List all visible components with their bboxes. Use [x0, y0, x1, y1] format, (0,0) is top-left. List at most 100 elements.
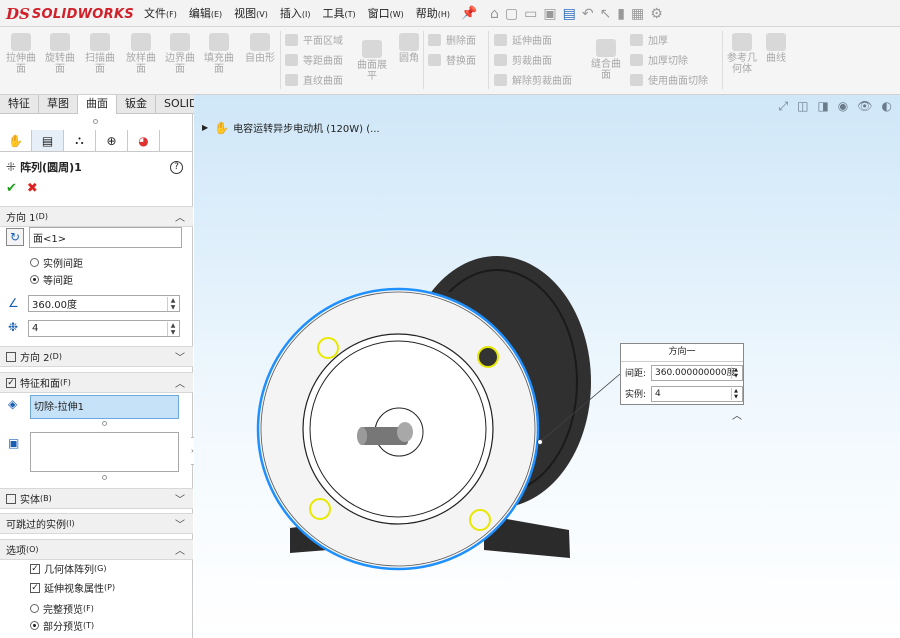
ribbon-separator	[280, 31, 281, 89]
options-gear-icon[interactable]: ⚙	[650, 6, 663, 22]
feature-manager-tab[interactable]: ✋	[0, 130, 32, 151]
instances-icon: ❉	[8, 320, 19, 334]
select-icon[interactable]: ↖	[600, 6, 612, 22]
direction1-header[interactable]: 方向 1 (D) ︿	[0, 206, 193, 227]
planar-surface-button[interactable]: 平面区域	[285, 32, 343, 47]
revolve-surface-button[interactable]: 旋转曲面	[45, 33, 75, 75]
panel-splitter-handle[interactable]	[93, 119, 98, 124]
ruled-surface-button[interactable]: 直纹曲面	[285, 72, 343, 87]
file-properties-icon[interactable]: ▦	[631, 6, 644, 22]
surface-flatten-button[interactable]: 曲面展平	[356, 40, 388, 82]
thickened-cut-button[interactable]: 加厚切除	[630, 52, 688, 67]
loft-surface-button[interactable]: 放样曲面	[125, 33, 157, 75]
callout-anchor-point[interactable]	[537, 439, 543, 445]
tab-sheet-metal[interactable]: 钣金	[117, 95, 156, 114]
property-manager: ✋ ▤ ⛬ ⊕ ◕ ⁜ 阵列(圆周)1 ? ✔ ✖ 方向 1 (D) ︿ ↻ 面<…	[0, 114, 198, 638]
boundary-surface-icon	[170, 33, 190, 51]
display-manager-tab[interactable]: ◕	[128, 130, 160, 151]
callout-spacing-field[interactable]: 360.000000000度 ▲ ▼	[651, 365, 743, 381]
bodies-checkbox[interactable]	[6, 493, 16, 504]
extrude-surface-button[interactable]: 拉伸曲面	[6, 33, 36, 75]
solidworks-logo[interactable]: DS SOLIDWORKS	[6, 4, 134, 24]
skip-instances-header[interactable]: 可跳过的实例 (I) ﹀	[0, 513, 193, 534]
callout-collapse-icon[interactable]: ︿	[732, 407, 742, 422]
propagate-visual-checkbox[interactable]: ✓ 延伸视象属性 (P)	[30, 580, 115, 595]
curves-button[interactable]: 曲线	[763, 33, 789, 64]
menu-edit[interactable]: 编辑(E)	[183, 5, 228, 21]
filled-surface-icon	[209, 33, 229, 51]
expand-down-icon: ﹀	[175, 495, 185, 506]
features-faces-checkbox[interactable]: ✓	[6, 377, 16, 388]
reference-geometry-button[interactable]: 参考几何体	[726, 33, 758, 75]
fillet-button[interactable]: 圆角	[396, 33, 422, 64]
replace-face-button[interactable]: 替换面	[428, 52, 476, 67]
graphics-viewport[interactable]: ▶ ✋ 电容运转异步电动机 (120W) (... ⤢ ◫ ◨ ◉ 👁 ◐ 方向…	[194, 95, 900, 638]
thicken-button[interactable]: 加厚	[630, 32, 668, 47]
features-faces-header[interactable]: ✓ 特征和面 (F) ︿	[0, 372, 193, 393]
undo-icon[interactable]: ↶	[582, 6, 594, 22]
bodies-header[interactable]: 实体 (B) ﹀	[0, 488, 193, 509]
instances-field[interactable]: 4 ▲ ▼	[28, 320, 180, 337]
tab-sketch[interactable]: 草图	[39, 95, 78, 114]
reference-geometry-icon	[732, 33, 752, 51]
motor-model[interactable]	[194, 95, 900, 638]
feature-list-item[interactable]: 切除-拉伸1	[34, 398, 84, 413]
configuration-manager-tab[interactable]: ⛬	[64, 130, 96, 151]
surface-flatten-icon	[362, 40, 382, 58]
title-bar: DS SOLIDWORKS 文件(F) 编辑(E) 视图(V) 插入(I) 工具…	[0, 0, 900, 27]
dimxpert-tab[interactable]: ⊕	[96, 130, 128, 151]
sweep-surface-icon	[90, 33, 110, 51]
open-file-icon[interactable]: ▭	[524, 6, 537, 22]
untrim-surface-button[interactable]: 解除剪裁曲面	[494, 72, 572, 87]
partial-preview-radio[interactable]: 部分预览 (T)	[30, 618, 94, 633]
property-list-icon: ▤	[41, 133, 54, 148]
save-icon[interactable]: ▣	[543, 6, 556, 22]
tab-surfaces[interactable]: 曲面	[78, 95, 117, 114]
shaft-collar	[397, 422, 413, 442]
equal-spacing-radio[interactable]: 等间距	[30, 272, 73, 287]
new-file-icon[interactable]: ▢	[505, 6, 518, 22]
menu-window[interactable]: 窗口(W)	[362, 5, 410, 21]
tab-features[interactable]: 特征	[0, 95, 39, 114]
delete-face-button[interactable]: 删除面	[428, 32, 476, 47]
rebuild-icon[interactable]: ▮	[617, 6, 625, 22]
menu-help[interactable]: 帮助(H)	[410, 5, 456, 21]
axis-face-field[interactable]: 面<1>	[29, 227, 182, 248]
ok-check-icon[interactable]: ✔	[6, 181, 17, 196]
full-preview-radio[interactable]: 完整预览 (F)	[30, 601, 94, 616]
pin-icon[interactable]: 📌	[461, 6, 477, 21]
extend-surface-button[interactable]: 延伸曲面	[494, 32, 552, 47]
curves-icon	[766, 33, 786, 51]
freeform-button[interactable]: 自由形	[243, 33, 277, 64]
direction2-header[interactable]: 方向 2 (D) ﹀	[0, 346, 193, 367]
trim-surface-button[interactable]: 剪裁曲面	[494, 52, 552, 67]
home-icon[interactable]: ⌂	[490, 6, 499, 22]
options-header[interactable]: 选项 (O) ︿	[0, 539, 193, 560]
offset-surface-button[interactable]: 等距曲面	[285, 52, 343, 67]
cut-with-surface-button[interactable]: 使用曲面切除	[630, 72, 708, 87]
callout-instances-field[interactable]: 4 ▲ ▼	[651, 386, 743, 402]
sweep-surface-button[interactable]: 扫描曲面	[85, 33, 115, 75]
ribbon-separator	[488, 31, 489, 89]
print-icon[interactable]: ▤	[563, 6, 576, 22]
menu-tools[interactable]: 工具(T)	[316, 5, 361, 21]
help-icon[interactable]: ?	[170, 160, 183, 174]
reverse-direction-icon[interactable]: ↻	[6, 228, 24, 246]
instance-spacing-radio[interactable]: 实例间距	[30, 255, 83, 270]
angle-field[interactable]: 360.00度 ▲ ▼	[28, 295, 180, 312]
menu-file[interactable]: 文件(F)	[138, 5, 183, 21]
boundary-surface-button[interactable]: 边界曲面	[164, 33, 196, 75]
features-list[interactable]: 切除-拉伸1	[30, 395, 179, 419]
collapse-up-icon: ︿	[175, 213, 185, 224]
property-manager-tab[interactable]: ▤	[32, 130, 64, 151]
list-resize-handle[interactable]	[102, 475, 107, 480]
knit-surface-button[interactable]: 缝合曲面	[589, 39, 623, 81]
filled-surface-button[interactable]: 填充曲面	[203, 33, 235, 75]
menu-insert[interactable]: 插入(I)	[274, 5, 317, 21]
faces-list[interactable]	[30, 432, 179, 472]
list-resize-handle[interactable]	[102, 421, 107, 426]
menu-view[interactable]: 视图(V)	[228, 5, 274, 21]
cancel-x-icon[interactable]: ✖	[27, 181, 38, 196]
geometry-pattern-checkbox[interactable]: ✓ 几何体阵列 (G)	[30, 561, 106, 576]
direction2-checkbox[interactable]	[6, 351, 16, 362]
